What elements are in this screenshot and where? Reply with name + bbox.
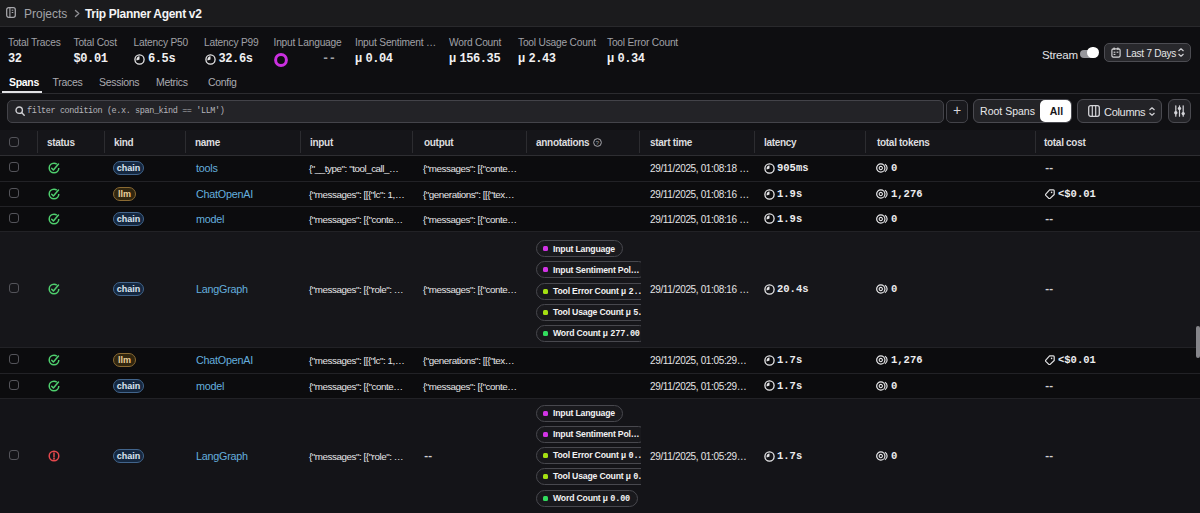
svg-text:?: ? <box>596 139 600 145</box>
